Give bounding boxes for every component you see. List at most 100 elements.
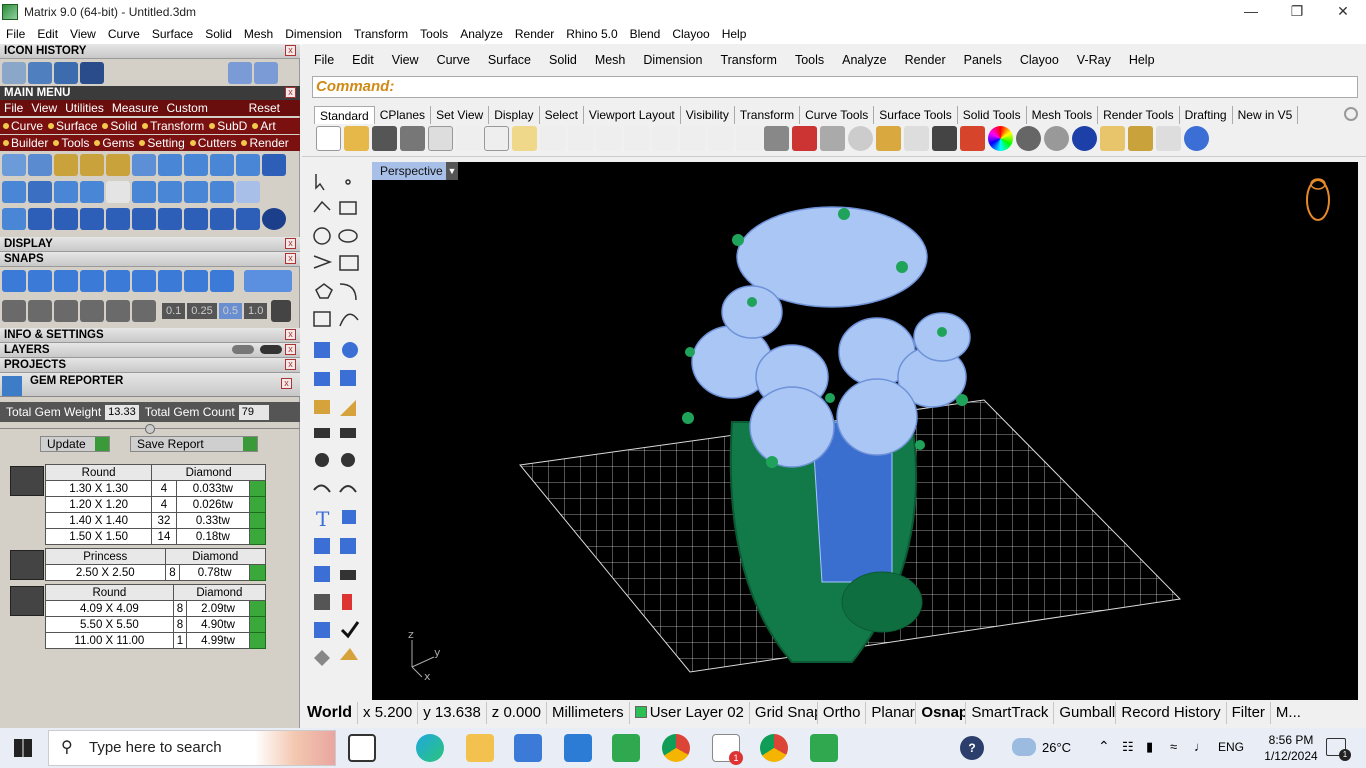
status-ortho[interactable]: Ortho (818, 702, 867, 724)
reset-button[interactable]: Reset (245, 101, 284, 115)
tool-icon[interactable] (54, 154, 78, 176)
grid-icon[interactable] (2, 300, 26, 322)
play-icon[interactable] (249, 616, 266, 633)
tool-icon[interactable] (236, 154, 260, 176)
tab-curve-tools[interactable]: Curve Tools (800, 106, 875, 124)
menu-surface[interactable]: Surface (146, 27, 199, 41)
snap-icon[interactable] (132, 300, 156, 322)
rmenu-mesh[interactable]: Mesh (583, 53, 632, 67)
icon-history-header[interactable]: ICON HISTORY x (0, 44, 300, 59)
tab-display[interactable]: Display (489, 106, 540, 124)
status-filter[interactable]: Filter (1227, 702, 1271, 724)
tab-visibility[interactable]: Visibility (681, 106, 735, 124)
status-grid-snap[interactable]: Grid Snap (750, 702, 818, 724)
rmenu-solid[interactable]: Solid (537, 53, 583, 67)
eye-icon[interactable] (260, 345, 282, 354)
lock-icon[interactable] (932, 126, 957, 151)
display-header[interactable]: DISPLAY x (0, 237, 300, 252)
tab-mesh-tools[interactable]: Mesh Tools (1027, 106, 1099, 124)
snap-value-0-1[interactable]: 0.1 (162, 303, 186, 319)
info-settings-header[interactable]: INFO & SETTINGS x (0, 328, 300, 343)
car-icon[interactable] (792, 126, 817, 151)
tool-icon[interactable] (80, 208, 104, 230)
close-icon[interactable]: x (285, 329, 296, 340)
rmenu-help[interactable]: Help (1117, 53, 1161, 67)
snap-icon[interactable] (80, 300, 104, 322)
tab-transform[interactable]: Transform (150, 119, 206, 133)
rotate-view-icon[interactable] (736, 126, 761, 151)
submenu-utilities[interactable]: Utilities (61, 101, 108, 115)
rmenu-file[interactable]: File (302, 53, 340, 67)
gear-icon[interactable] (1344, 107, 1358, 121)
snap-icon[interactable] (184, 270, 208, 292)
minimize-button[interactable]: — (1228, 0, 1274, 23)
layer-toggle-icon[interactable] (232, 345, 254, 354)
rendered-sphere-icon[interactable] (1072, 126, 1097, 151)
cube-icon[interactable] (28, 300, 52, 322)
left-toolbar-icons[interactable]: T (310, 170, 368, 680)
edge-icon[interactable] (416, 734, 444, 762)
tool-icon[interactable] (184, 154, 208, 176)
tab-builder[interactable]: Builder (11, 136, 50, 150)
submenu-measure[interactable]: Measure (108, 101, 163, 115)
close-icon[interactable]: x (281, 378, 292, 389)
tool-icon[interactable] (106, 181, 130, 203)
tool-icon[interactable] (106, 154, 130, 176)
snap-value-0-25[interactable]: 0.25 (187, 303, 217, 319)
color-wheel-icon[interactable] (988, 126, 1013, 151)
tab-set-view[interactable]: Set View (431, 106, 490, 124)
menu-view[interactable]: View (64, 27, 102, 41)
layer-icon[interactable] (960, 126, 985, 151)
play-icon[interactable] (249, 632, 266, 649)
status-planar[interactable]: Planar (866, 702, 917, 724)
tool-icon[interactable] (210, 181, 234, 203)
cut-icon[interactable] (456, 126, 481, 151)
tab-cplanes[interactable]: CPlanes (375, 106, 432, 124)
tab-setting[interactable]: Setting (147, 136, 186, 150)
history-tool-icon[interactable] (80, 62, 104, 84)
open-folder-icon[interactable] (344, 126, 369, 151)
tool-icon[interactable] (54, 181, 78, 203)
history-forward-arrow-icon[interactable] (254, 62, 278, 84)
status-osnap[interactable]: Osnap (916, 702, 967, 724)
tab-tools[interactable]: Tools (61, 136, 91, 150)
task-view-icon[interactable] (348, 734, 376, 762)
tool-icon[interactable] (210, 154, 234, 176)
snap-icon[interactable] (2, 270, 26, 292)
chrome-icon[interactable] (662, 734, 690, 762)
matrix-app-icon[interactable] (612, 734, 640, 762)
rmenu-vray[interactable]: V-Ray (1065, 53, 1117, 67)
menu-solid[interactable]: Solid (199, 27, 238, 41)
play-icon[interactable] (249, 496, 266, 513)
file-explorer-icon[interactable] (466, 734, 494, 762)
tool-icon[interactable] (80, 181, 104, 203)
cplane-icon[interactable] (848, 126, 873, 151)
four-viewports-icon[interactable] (764, 126, 789, 151)
help-icon[interactable] (1184, 126, 1209, 151)
rmenu-edit[interactable]: Edit (340, 53, 380, 67)
snaps-header[interactable]: SNAPS x (0, 252, 300, 267)
tool-icon[interactable] (2, 154, 26, 176)
play-icon[interactable] (249, 480, 266, 497)
tool-icon[interactable] (210, 208, 234, 230)
command-line[interactable]: Command: (312, 76, 1358, 98)
menu-render[interactable]: Render (509, 27, 560, 41)
status-smarttrack[interactable]: SmartTrack (966, 702, 1055, 724)
save-icon[interactable] (372, 126, 397, 151)
tab-gems[interactable]: Gems (102, 136, 136, 150)
rmenu-dimension[interactable]: Dimension (631, 53, 708, 67)
menu-curve[interactable]: Curve (102, 27, 146, 41)
tab-transform[interactable]: Transform (735, 106, 801, 124)
submenu-custom[interactable]: Custom (163, 101, 212, 115)
perspective-viewport[interactable]: Perspective ▼ z y x (372, 162, 1358, 700)
close-button[interactable]: ✕ (1320, 0, 1366, 23)
ring-preview-icon[interactable] (1306, 178, 1330, 221)
tool-icon[interactable] (28, 154, 52, 176)
snap-icon[interactable] (106, 300, 130, 322)
dimension-icon[interactable] (1156, 126, 1181, 151)
clock[interactable]: 8:56 PM 1/12/2024 (1256, 732, 1326, 764)
rhino-app-icon[interactable] (810, 734, 838, 762)
grid-icon[interactable] (271, 300, 292, 322)
zoom-window-icon[interactable] (652, 126, 677, 151)
tool-icon[interactable] (236, 208, 260, 230)
